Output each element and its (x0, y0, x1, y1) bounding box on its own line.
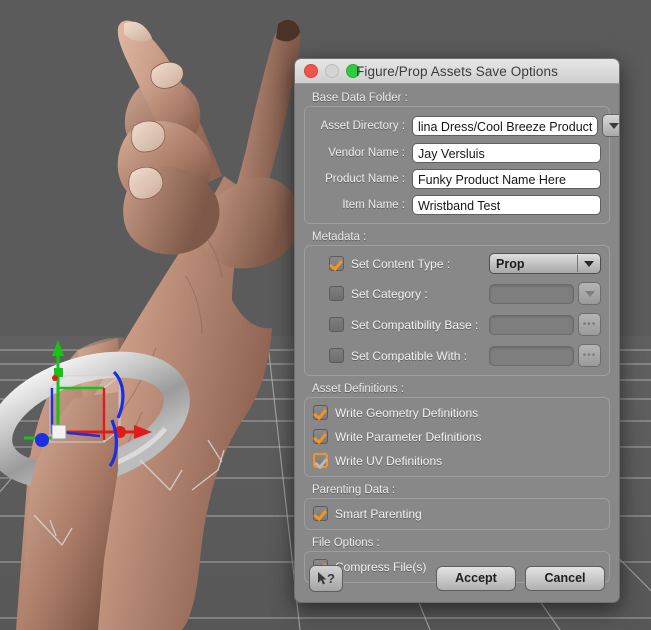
checkbox-row-write-uv-definitions[interactable]: Write UV Definitions (313, 453, 601, 468)
checkbox-set-compatible-with[interactable] (329, 348, 344, 363)
dialog-footer: ? Accept Cancel (295, 554, 619, 602)
cancel-button[interactable]: Cancel (525, 565, 605, 591)
label-write-parameter-definitions: Write Parameter Definitions (335, 429, 482, 444)
checkbox-row-set-compatible-with[interactable]: Set Compatible With : (313, 348, 489, 363)
group-label-parenting-data: Parenting Data : (312, 484, 396, 496)
content-type-select-wrap: Prop (489, 253, 601, 274)
label-set-category: Set Category : (351, 286, 428, 301)
dialog-titlebar[interactable]: Figure/Prop Assets Save Options (295, 59, 619, 84)
content-type-select[interactable]: Prop (489, 253, 601, 274)
group-body-parenting-data: Smart Parenting (304, 498, 610, 530)
zoom-button[interactable] (346, 64, 360, 78)
cursor-question-icon: ? (318, 571, 335, 586)
checkbox-row-write-parameter-definitions[interactable]: Write Parameter Definitions (313, 429, 601, 444)
metadata-row-compatibility-base: Set Compatibility Base : ••• (313, 313, 601, 336)
dialog-body: Base Data Folder : Asset Directory : lin… (295, 84, 619, 583)
field-row-asset-directory: Asset Directory : lina Dress/Cool Breeze… (313, 114, 619, 137)
asset-directory-input[interactable]: lina Dress/Cool Breeze Product (412, 115, 599, 136)
group-parenting-data: Parenting Data : Smart Parenting (304, 484, 610, 530)
group-asset-definitions: Asset Definitions : Write Geometry Defin… (304, 383, 610, 477)
compatible-with-wrap: ••• (489, 344, 601, 367)
vendor-name-input[interactable]: Jay Versluis (412, 143, 601, 163)
checkbox-write-parameter-definitions[interactable] (313, 429, 328, 444)
label-asset-directory: Asset Directory : (320, 119, 405, 132)
label-product-name: Product Name : (325, 173, 405, 185)
label-set-compatible-with: Set Compatible With : (351, 348, 468, 363)
checkbox-row-set-content-type[interactable]: Set Content Type : (313, 256, 489, 271)
field-row-product-name: Product Name : Funky Product Name Here (313, 169, 601, 189)
minimize-button[interactable] (325, 64, 339, 78)
group-label-file-options: File Options : (312, 537, 380, 549)
label-write-uv-definitions: Write UV Definitions (335, 453, 443, 468)
chevron-down-icon (584, 290, 595, 297)
ellipsis-icon: ••• (582, 349, 597, 361)
compatibility-base-browse-button: ••• (578, 313, 601, 336)
compatible-with-browse-button: ••• (578, 344, 601, 367)
checkbox-set-content-type[interactable] (329, 256, 344, 271)
chevron-down-icon (608, 122, 619, 129)
label-write-geometry-definitions: Write Geometry Definitions (335, 405, 479, 420)
save-options-dialog: Figure/Prop Assets Save Options Base Dat… (294, 58, 620, 603)
product-name-input[interactable]: Funky Product Name Here (412, 169, 601, 189)
category-select (489, 283, 574, 304)
group-body-base-data-folder: Asset Directory : lina Dress/Cool Breeze… (304, 106, 619, 224)
compatibility-base-input (489, 314, 574, 335)
group-metadata: Metadata : Set Content Type : Prop Set C… (304, 231, 610, 376)
ellipsis-icon: ••• (582, 318, 597, 330)
checkbox-row-set-category[interactable]: Set Category : (313, 286, 489, 301)
group-base-data-folder: Base Data Folder : Asset Directory : lin… (304, 92, 619, 224)
checkbox-write-geometry-definitions[interactable] (313, 405, 328, 420)
compatible-with-input (489, 345, 574, 366)
checkbox-smart-parenting[interactable] (313, 506, 328, 521)
asset-directory-dropdown-button[interactable] (602, 114, 619, 137)
category-dropdown-button (578, 282, 601, 305)
help-button[interactable]: ? (309, 564, 343, 592)
group-label-asset-definitions: Asset Definitions : (312, 383, 405, 395)
window-controls (304, 64, 360, 78)
metadata-row-category: Set Category : (313, 282, 601, 305)
checkbox-row-set-compatibility-base[interactable]: Set Compatibility Base : (313, 317, 489, 332)
checkbox-row-write-geometry-definitions[interactable]: Write Geometry Definitions (313, 405, 601, 420)
category-select-wrap (489, 282, 601, 305)
compatibility-base-wrap: ••• (489, 313, 601, 336)
checkbox-write-uv-definitions[interactable] (313, 453, 328, 468)
select-separator (577, 255, 578, 272)
label-item-name: Item Name : (342, 199, 405, 211)
checkbox-row-smart-parenting[interactable]: Smart Parenting (313, 506, 601, 521)
chevron-down-icon (584, 260, 594, 267)
metadata-row-content-type: Set Content Type : Prop (313, 253, 601, 274)
app-root: Figure/Prop Assets Save Options Base Dat… (0, 0, 651, 630)
content-type-value: Prop (496, 256, 525, 271)
checkbox-set-compatibility-base[interactable] (329, 317, 344, 332)
field-row-vendor-name: Vendor Name : Jay Versluis (313, 143, 601, 163)
checkbox-set-category[interactable] (329, 286, 344, 301)
svg-text:?: ? (327, 571, 335, 586)
group-body-metadata: Set Content Type : Prop Set Category: S… (304, 245, 610, 376)
close-button[interactable] (304, 64, 318, 78)
group-label-metadata: Metadata : (312, 231, 367, 243)
asset-directory-combo: lina Dress/Cool Breeze Product (412, 114, 619, 137)
label-vendor-name: Vendor Name : (328, 147, 405, 159)
label-set-compatibility-base: Set Compatibility Base : (351, 317, 479, 332)
field-row-item-name: Item Name : Wristband Test (313, 195, 601, 215)
accept-button[interactable]: Accept (436, 565, 516, 591)
item-name-input[interactable]: Wristband Test (412, 195, 601, 215)
label-set-content-type: Set Content Type : (351, 256, 451, 271)
group-body-asset-definitions: Write Geometry Definitions Write Paramet… (304, 397, 610, 477)
label-smart-parenting: Smart Parenting (335, 506, 422, 521)
group-label-base-data-folder: Base Data Folder : (312, 92, 408, 104)
metadata-row-compatible-with: Set Compatible With : ••• (313, 344, 601, 367)
